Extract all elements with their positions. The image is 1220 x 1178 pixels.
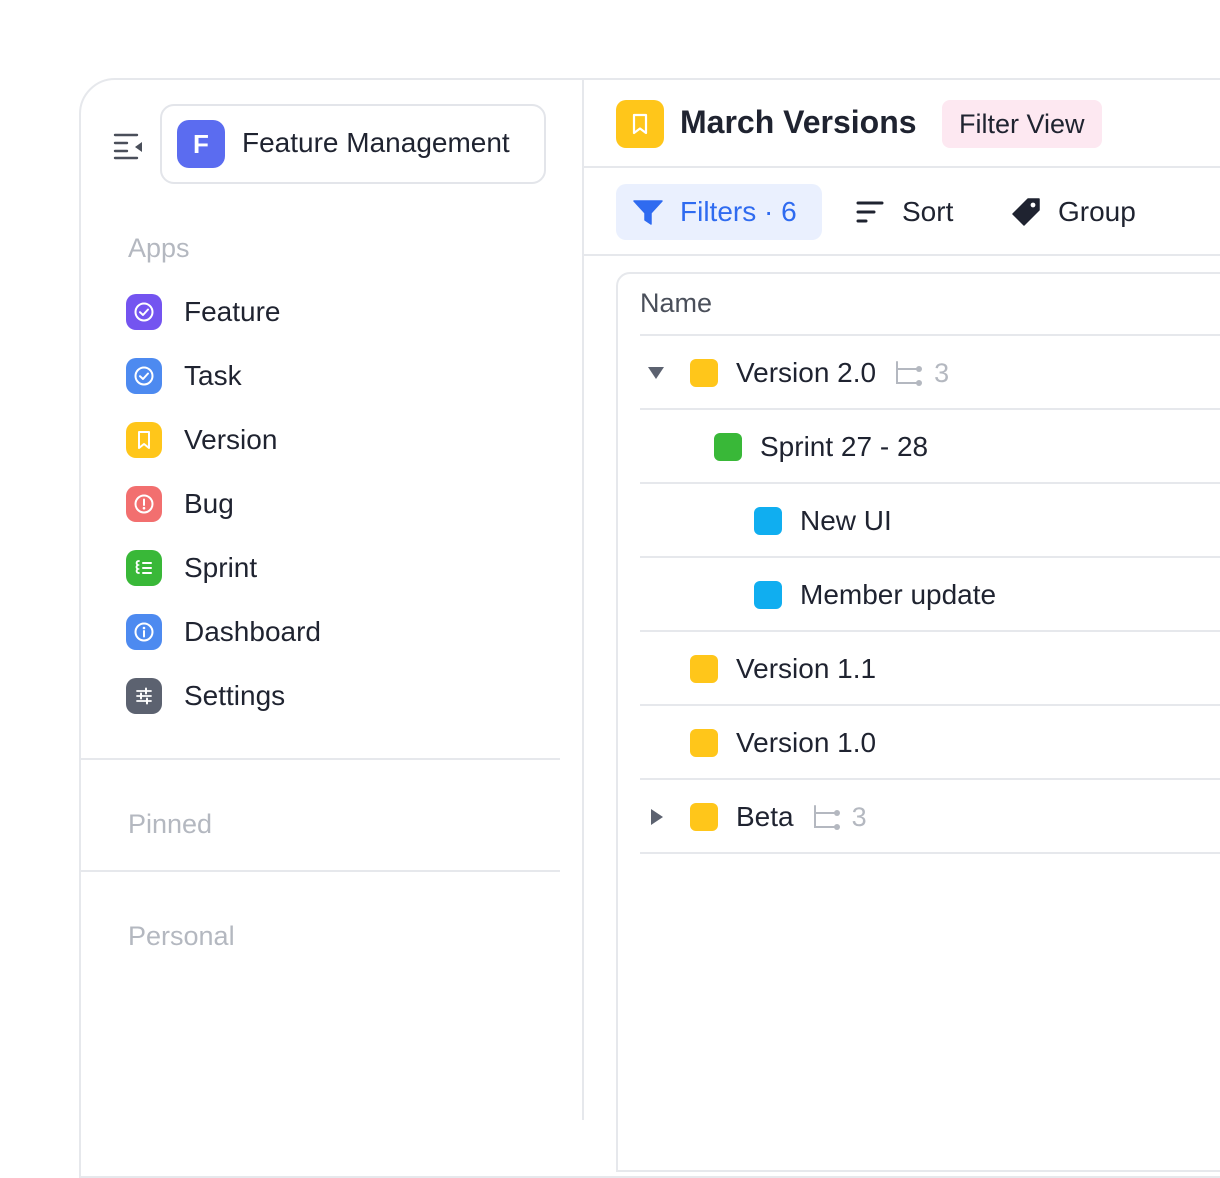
row-label: Version 1.0 bbox=[736, 727, 877, 758]
sort-icon bbox=[856, 201, 884, 223]
group-button[interactable]: Group bbox=[1010, 184, 1136, 240]
workspace-name: Feature Management bbox=[242, 127, 510, 158]
sliders-icon bbox=[126, 678, 162, 714]
sidebar-item-feature[interactable]: Feature bbox=[126, 292, 281, 332]
table-row[interactable]: Version 2.0 3 bbox=[690, 336, 949, 410]
subitems-number: 3 bbox=[934, 357, 950, 388]
expand-toggle-icon[interactable] bbox=[648, 367, 664, 379]
sort-label: Sort bbox=[902, 196, 954, 227]
view-icon bbox=[616, 100, 664, 148]
table-row[interactable]: Member update bbox=[754, 558, 996, 632]
row-label: Sprint 27 - 28 bbox=[760, 431, 929, 462]
alert-circle-icon bbox=[126, 486, 162, 522]
sidebar-item-label: Settings bbox=[184, 680, 286, 711]
header-divider bbox=[584, 166, 1220, 168]
status-swatch bbox=[714, 433, 742, 461]
sidebar-item-settings[interactable]: Settings bbox=[126, 676, 285, 716]
sidebar-item-label: Version bbox=[184, 424, 278, 455]
row-label: Version 2.0 bbox=[736, 357, 877, 388]
page-title: March Versions bbox=[680, 104, 917, 140]
workspace-switcher[interactable]: F Feature Management bbox=[160, 104, 546, 184]
row-label: Beta bbox=[736, 801, 794, 832]
sidebar-item-label: Bug bbox=[184, 488, 234, 519]
bookmark-icon bbox=[632, 113, 648, 135]
sidebar-item-label: Task bbox=[184, 360, 242, 391]
sidebar-item-dashboard[interactable]: Dashboard bbox=[126, 612, 321, 652]
subitems-icon bbox=[896, 361, 923, 386]
section-apps: Apps bbox=[128, 233, 190, 263]
sort-button[interactable]: Sort bbox=[856, 184, 953, 240]
row-divider bbox=[640, 852, 1220, 854]
table-row[interactable]: Version 1.0 bbox=[690, 706, 876, 780]
status-swatch bbox=[690, 729, 718, 757]
subitems-icon bbox=[813, 805, 840, 830]
column-header-name[interactable]: Name bbox=[640, 288, 712, 319]
filter-icon bbox=[633, 200, 663, 225]
check-circle-icon bbox=[126, 294, 162, 330]
divider bbox=[79, 758, 560, 760]
table-row[interactable]: New UI bbox=[754, 484, 892, 558]
view-type-badge[interactable]: Filter View bbox=[942, 100, 1102, 148]
row-divider bbox=[640, 482, 1220, 484]
tag-icon bbox=[1012, 198, 1040, 226]
status-swatch bbox=[690, 359, 718, 387]
sidebar-item-label: Feature bbox=[184, 296, 281, 327]
filters-button[interactable]: Filters · 6 bbox=[616, 184, 822, 240]
subitems-count[interactable]: 3 bbox=[812, 802, 867, 833]
section-pinned: Pinned bbox=[128, 809, 213, 839]
status-swatch bbox=[754, 581, 782, 609]
toolbar-divider bbox=[584, 254, 1220, 256]
bookmark-icon bbox=[126, 422, 162, 458]
subitems-count[interactable]: 3 bbox=[894, 358, 949, 389]
divider bbox=[79, 870, 560, 872]
expand-toggle-icon[interactable] bbox=[651, 809, 663, 825]
section-personal: Personal bbox=[128, 921, 235, 951]
table-row[interactable]: Sprint 27 - 28 bbox=[714, 410, 928, 484]
status-swatch bbox=[690, 803, 718, 831]
subitems-number: 3 bbox=[851, 801, 867, 832]
sidebar-item-sprint[interactable]: Sprint bbox=[126, 548, 257, 588]
status-swatch bbox=[690, 655, 718, 683]
status-swatch bbox=[754, 507, 782, 535]
sidebar-item-label: Dashboard bbox=[184, 616, 321, 647]
row-label: New UI bbox=[800, 505, 892, 536]
group-label: Group bbox=[1058, 196, 1136, 227]
sidebar-item-label: Sprint bbox=[184, 552, 258, 583]
sidebar-item-version[interactable]: Version bbox=[126, 420, 277, 460]
sidebar-item-task[interactable]: Task bbox=[126, 356, 242, 396]
list-icon bbox=[126, 550, 162, 586]
row-label: Version 1.1 bbox=[736, 653, 877, 684]
filters-label: Filters · 6 bbox=[680, 196, 797, 227]
table-row[interactable]: Beta 3 bbox=[690, 780, 867, 854]
table-row[interactable]: Version 1.1 bbox=[690, 632, 876, 706]
row-label: Member update bbox=[800, 579, 997, 610]
info-circle-icon bbox=[126, 614, 162, 650]
sidebar-item-bug[interactable]: Bug bbox=[126, 484, 234, 524]
workspace-avatar: F bbox=[177, 120, 225, 168]
collapse-sidebar-icon[interactable] bbox=[113, 130, 143, 160]
check-circle-icon bbox=[126, 358, 162, 394]
